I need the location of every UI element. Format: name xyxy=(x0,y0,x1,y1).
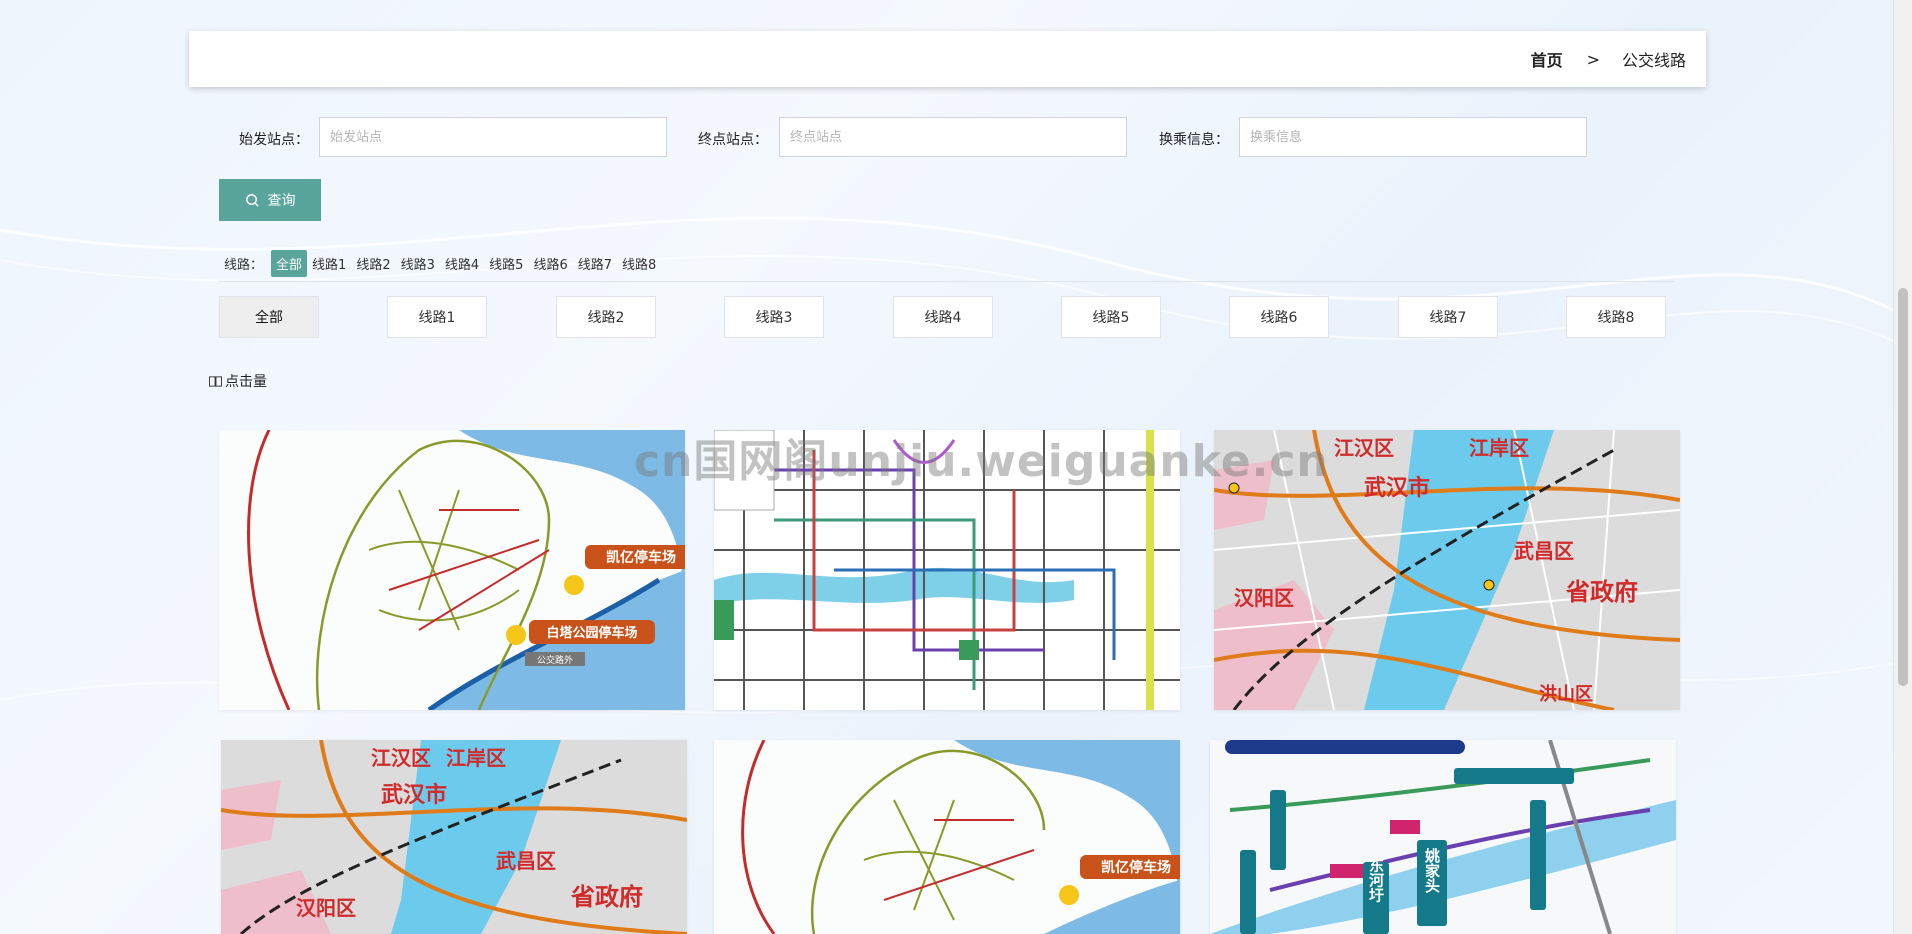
book-icon xyxy=(209,375,222,387)
watermark: cn国网阁unjiu.weiguanke.cn xyxy=(634,436,1329,487)
map-label: 凯亿停车场 xyxy=(1101,859,1171,876)
divider xyxy=(219,281,1675,282)
scrollbar-thumb[interactable] xyxy=(1898,288,1908,686)
map-label: 江岸区 xyxy=(446,746,506,770)
map-label: 武汉市 xyxy=(1364,475,1430,501)
map-label: 省政府 xyxy=(1565,578,1638,606)
transfer-info-label: 换乘信息： xyxy=(1159,132,1229,148)
map-label: 凯亿停车场 xyxy=(606,549,676,566)
line-filter-label: 线路： xyxy=(224,258,264,273)
breadcrumb-separator: > xyxy=(1586,49,1600,69)
map-label: 武汉市 xyxy=(381,782,447,808)
map-label: 江岸区 xyxy=(1469,436,1529,460)
map-label: 汉阳区 xyxy=(1234,586,1294,610)
breadcrumb-home[interactable]: 首页 xyxy=(1531,47,1563,71)
tab-line2[interactable]: 线路2 xyxy=(556,296,656,338)
filter-chip-line7[interactable]: 线路7 xyxy=(573,250,617,277)
map-label: 武昌区 xyxy=(496,849,556,873)
route-card[interactable]: 江汉区 江岸区 武汉市 武昌区 汉阳区 省政府 xyxy=(221,740,687,934)
map-label: 白塔公园停车场 xyxy=(546,625,637,641)
tab-line7[interactable]: 线路7 xyxy=(1398,296,1498,338)
filter-chip-line3[interactable]: 线路3 xyxy=(396,250,440,277)
end-station-label: 终点站点： xyxy=(698,132,768,148)
sort-by-clicks-label: 点击量 xyxy=(225,374,267,390)
route-card[interactable]: 凯亿停车场 xyxy=(714,740,1180,934)
map-label: 江汉区 xyxy=(1334,436,1394,460)
sort-by-clicks[interactable]: 点击量 xyxy=(209,371,267,391)
route-map-image: 凯亿停车场 白塔公园停车场 公交路外 xyxy=(219,430,685,710)
query-button[interactable]: 查询 xyxy=(219,179,321,221)
filter-chip-all[interactable]: 全部 xyxy=(271,250,308,277)
tab-line8[interactable]: 线路8 xyxy=(1566,296,1666,338)
route-card[interactable]: 东河圩 姚家头 xyxy=(1210,740,1676,934)
route-card[interactable]: 凯亿停车场 白塔公园停车场 公交路外 xyxy=(219,430,685,710)
map-label: 汉阳区 xyxy=(296,896,356,920)
map-label: 东河圩 xyxy=(1367,857,1385,904)
filter-chip-line8[interactable]: 线路8 xyxy=(617,250,661,277)
tab-all[interactable]: 全部 xyxy=(219,296,319,338)
filter-chip-line4[interactable]: 线路4 xyxy=(440,250,484,277)
filter-chip-line2[interactable]: 线路2 xyxy=(351,250,395,277)
filter-chip-line6[interactable]: 线路6 xyxy=(528,250,572,277)
map-label: 武昌区 xyxy=(1514,539,1574,563)
map-label: 江汉区 xyxy=(371,746,431,770)
transfer-info-input[interactable] xyxy=(1239,117,1587,157)
map-label: 省政府 xyxy=(570,883,643,911)
route-map-image: 江汉区 江岸区 武汉市 武昌区 汉阳区 省政府 xyxy=(221,740,687,934)
breadcrumb-current: 公交线路 xyxy=(1621,51,1686,70)
tab-line3[interactable]: 线路3 xyxy=(724,296,824,338)
end-station-input[interactable] xyxy=(779,117,1127,157)
query-button-label: 查询 xyxy=(267,193,296,209)
tab-line6[interactable]: 线路6 xyxy=(1229,296,1329,338)
tab-line5[interactable]: 线路5 xyxy=(1061,296,1161,338)
filter-chip-line1[interactable]: 线路1 xyxy=(307,250,351,277)
line-tabs: 全部 线路1 线路2 线路3 线路4 线路5 线路6 线路7 线路8 xyxy=(219,296,1679,340)
start-station-input[interactable] xyxy=(319,117,667,157)
route-map-image: 凯亿停车场 xyxy=(714,740,1180,934)
search-form: 始发站点： 终点站点： 换乘信息： xyxy=(0,117,1700,159)
map-label: 公交路外 xyxy=(537,654,573,666)
search-icon xyxy=(245,193,259,207)
route-map-image: 东河圩 姚家头 xyxy=(1210,740,1676,934)
scrollbar[interactable] xyxy=(1893,0,1912,934)
tab-line4[interactable]: 线路4 xyxy=(893,296,993,338)
filter-chip-line5[interactable]: 线路5 xyxy=(484,250,528,277)
line-filter: 线路： 全部 线路1 线路2 线路3 线路4 线路5 线路6 线路7 线路8 xyxy=(224,250,661,277)
breadcrumb: 首页 > 公交线路 xyxy=(189,31,1706,87)
map-label: 姚家头 xyxy=(1423,847,1441,894)
map-label: 洪山区 xyxy=(1539,683,1593,705)
tab-line1[interactable]: 线路1 xyxy=(387,296,487,338)
start-station-label: 始发站点： xyxy=(239,132,309,148)
